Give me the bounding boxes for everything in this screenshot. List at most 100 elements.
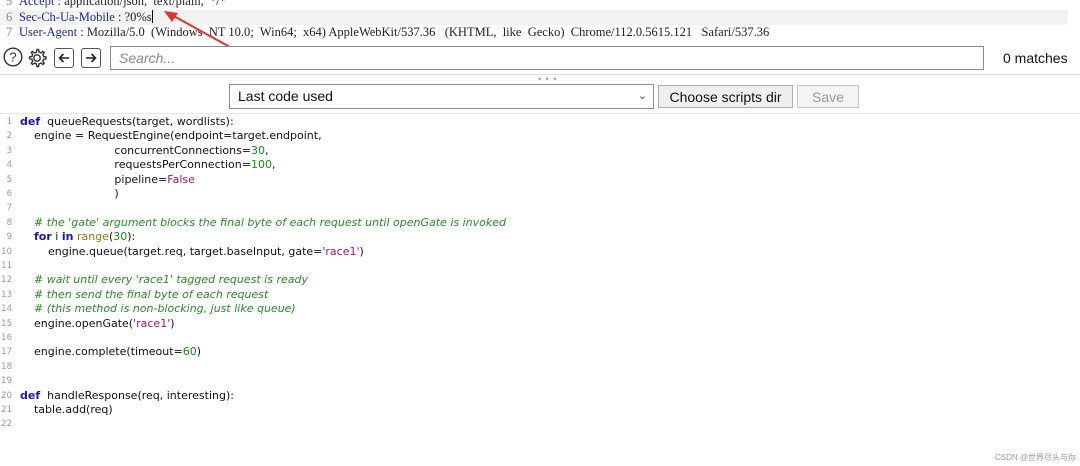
code-text: engine.complete(timeout=60)	[20, 345, 201, 359]
code-text: def handleResponse(req, interesting):	[20, 389, 234, 403]
line-number: 18	[1, 361, 12, 372]
gear-icon[interactable]	[26, 47, 48, 69]
match-count: 0 matches	[1003, 50, 1068, 66]
script-select-value: Last code used	[238, 88, 333, 104]
script-select[interactable]: Last code used ⌄	[229, 84, 654, 109]
code-text: engine.queue(target.req, target.baseInpu…	[20, 245, 364, 259]
token-kwc: False	[167, 172, 195, 186]
header-line[interactable]: 7 User-Agent : Mozilla/5.0 (Windows NT 10…	[0, 25, 769, 40]
token-text: engine.queue(target.req, target.baseInpu…	[20, 244, 323, 258]
line-number: 15	[1, 318, 12, 329]
line-number: 16	[1, 333, 12, 343]
line-number: 7	[6, 25, 13, 39]
code-text: engine = RequestEngine(endpoint=target.e…	[20, 129, 322, 143]
header-name: User-Agent	[19, 25, 78, 39]
line-number: 21	[1, 405, 12, 415]
token-kw: for	[34, 230, 52, 244]
arrow-left-icon	[58, 53, 69, 63]
token-kw: in	[61, 230, 74, 244]
code-text: table.add(req)	[20, 403, 113, 417]
token-text: ):	[127, 230, 136, 244]
token-text: )	[196, 345, 202, 359]
line-number: 14	[1, 304, 12, 315]
header-line[interactable]: 5 Accept : application/json, text/plain, …	[0, 0, 226, 9]
token-str: 'race1'	[133, 316, 171, 330]
line-number: 22	[1, 419, 12, 430]
header-name: Accept	[19, 0, 55, 8]
header-value: ?0%s	[124, 10, 152, 24]
choose-scripts-dir-button[interactable]: Choose scripts dir	[658, 85, 793, 108]
code-text: # the 'gate' argument blocks the final b…	[20, 216, 506, 230]
splitter-grip-icon[interactable]: • • •	[538, 75, 557, 84]
save-button[interactable]: Save	[797, 85, 859, 108]
header-name: Sec-Ch-Ua-Mobile	[19, 10, 115, 24]
token-num: 60	[182, 345, 197, 359]
code-text: # wait until every 'race1' tagged reques…	[20, 273, 308, 287]
line-number: 6	[6, 10, 13, 24]
svg-text:?: ?	[9, 50, 16, 65]
line-number: 7	[6, 203, 12, 214]
code-text: # (this method is non-blocking, just lik…	[20, 302, 296, 316]
line-number: 17	[1, 347, 12, 358]
line-number: 12	[1, 275, 12, 286]
line-number: 5	[6, 174, 12, 185]
header-line[interactable]: 6 Sec-Ch-Ua-Mobile : ?0%s	[0, 10, 1068, 25]
code-text: def queueRequests(target, wordlists):	[20, 115, 234, 129]
token-text: pipeline=	[20, 172, 168, 186]
line-number: 11	[1, 261, 12, 271]
token-com: # the 'gate' argument blocks the final b…	[20, 215, 506, 229]
token-text: engine.openGate(	[20, 316, 134, 330]
token-num: 30	[251, 143, 266, 157]
code-text: pipeline=False	[20, 172, 195, 187]
line-number: 19	[1, 376, 12, 387]
token-com: # then send the final byte of each reque…	[20, 287, 269, 301]
token-num: 100	[250, 158, 272, 172]
token-text: concurrentConnections=	[20, 143, 252, 157]
line-number: 3	[6, 145, 12, 156]
header-separator: :	[114, 10, 125, 24]
token-num: 30	[113, 230, 128, 244]
request-editor[interactable]: 5 Accept : application/json, text/plain, …	[0, 0, 1080, 40]
token-com: # (this method is non-blocking, just lik…	[20, 302, 296, 316]
previous-match-button[interactable]	[54, 48, 74, 68]
search-input[interactable]	[110, 46, 984, 70]
code-text: concurrentConnections=30,	[20, 143, 268, 158]
line-number: 4	[6, 160, 12, 171]
line-number: 8	[6, 217, 12, 228]
line-number: 9	[6, 232, 12, 243]
watermark: CSDN @世界尽头与你	[994, 453, 1076, 462]
pane-splitter[interactable]: • • •	[0, 74, 1080, 84]
header-separator: :	[77, 25, 87, 39]
header-value: application/json, text/plain, */*	[64, 0, 226, 8]
token-text: engine.complete(timeout=	[20, 345, 183, 359]
token-text: )	[170, 316, 175, 330]
code-text: requestsPerConnection=100,	[20, 158, 275, 172]
next-match-button[interactable]	[81, 48, 101, 68]
header-separator: :	[54, 0, 65, 8]
line-number: 13	[1, 289, 12, 300]
token-str: 'race1'	[322, 244, 360, 258]
token-text: )	[359, 244, 364, 258]
chevron-down-icon: ⌄	[637, 90, 647, 102]
line-number: 10	[1, 246, 12, 257]
token-text: queueRequests(target, wordlists):	[40, 115, 234, 128]
token-kw: def	[20, 115, 41, 128]
line-number: 1	[6, 117, 12, 127]
token-text: ,	[271, 158, 276, 172]
text-cursor	[151, 10, 153, 23]
token-text: handleResponse(req, interesting):	[40, 388, 234, 402]
token-kw: def	[20, 388, 41, 402]
line-number: 2	[6, 131, 12, 142]
help-icon[interactable]: ?	[3, 47, 23, 67]
code-text: # then send the final byte of each reque…	[20, 288, 268, 302]
line-number: 5	[6, 0, 13, 8]
token-text: )	[20, 187, 119, 200]
token-text: i	[51, 230, 62, 244]
line-number: 20	[1, 390, 12, 401]
code-text: engine.openGate('race1')	[20, 317, 175, 331]
search-bar: ? 0 matches	[0, 44, 1080, 72]
code-text: for i in range(30):	[20, 230, 135, 244]
token-text: table.add(req)	[20, 403, 113, 416]
token-com: # wait until every 'race1' tagged reques…	[20, 273, 308, 287]
